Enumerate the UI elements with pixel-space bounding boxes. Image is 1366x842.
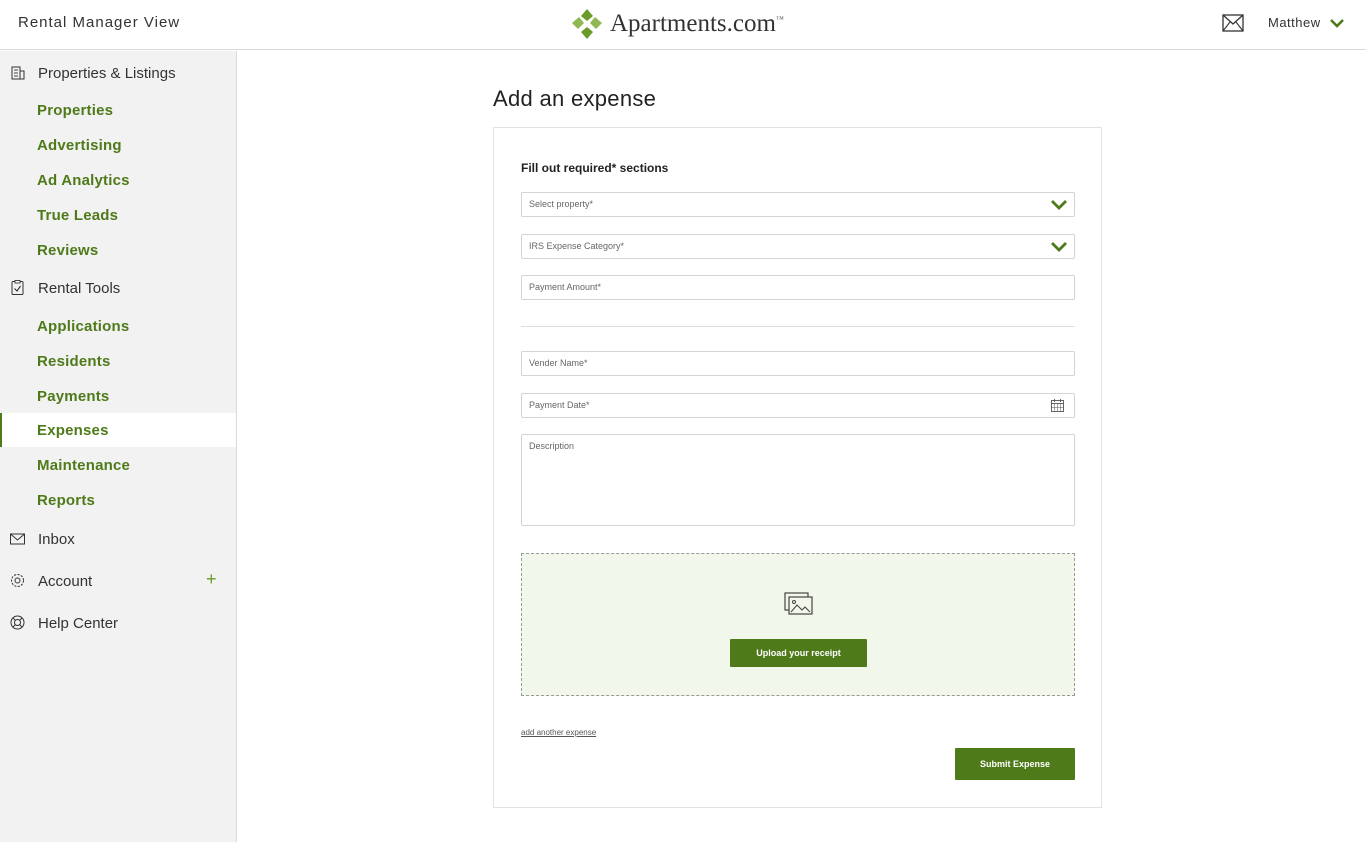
sidebar-item-ad-analytics[interactable]: Ad Analytics [0, 163, 236, 197]
rental-manager-view-title: Rental Manager View [18, 14, 181, 31]
sidebar-item-reports[interactable]: Reports [0, 483, 236, 517]
payment-date-placeholder: Payment Date* [529, 400, 590, 410]
sidebar-section-label: Properties & Listings [38, 65, 176, 82]
calendar-icon[interactable] [1051, 399, 1064, 412]
irs-expense-category-dropdown[interactable]: IRS Expense Category* [521, 234, 1075, 259]
form-divider [521, 326, 1075, 327]
submit-expense-button[interactable]: Submit Expense [955, 748, 1075, 780]
sidebar-item-expenses[interactable]: Expenses [0, 413, 236, 447]
building-icon [11, 66, 25, 80]
sidebar-item-reviews[interactable]: Reviews [0, 233, 236, 267]
sidebar: Properties & Listings Properties Adverti… [0, 51, 237, 842]
sidebar-item-true-leads[interactable]: True Leads [0, 198, 236, 232]
envelope-icon [10, 533, 25, 545]
sidebar-section-properties-listings[interactable]: Properties & Listings [0, 57, 237, 89]
gear-icon [11, 574, 24, 587]
vendor-name-input[interactable]: Vender Name* [521, 351, 1075, 376]
apartments-logo[interactable]: Apartments.com™ [570, 6, 784, 42]
payment-amount-placeholder: Payment Amount* [529, 282, 602, 292]
payment-date-input[interactable]: Payment Date* [521, 393, 1075, 418]
sidebar-section-label: Help Center [38, 615, 119, 632]
page-title: Add an expense [493, 86, 657, 111]
chevron-down-icon [1051, 200, 1067, 210]
image-upload-icon [784, 592, 813, 615]
sidebar-item-payments[interactable]: Payments [0, 379, 236, 413]
vendor-name-placeholder: Vender Name* [529, 358, 588, 368]
sidebar-item-residents[interactable]: Residents [0, 344, 236, 378]
chevron-down-icon [1051, 242, 1067, 252]
sidebar-item-advertising[interactable]: Advertising [0, 128, 236, 162]
sidebar-section-inbox[interactable]: Inbox [0, 523, 237, 555]
sidebar-section-label: Inbox [38, 531, 75, 548]
sidebar-section-rental-tools[interactable]: Rental Tools [0, 272, 237, 304]
sidebar-section-label: Rental Tools [38, 280, 121, 297]
logo-text: Apartments.com™ [610, 10, 784, 37]
apartments-leaf-logo-icon [572, 9, 602, 39]
description-textarea[interactable]: Description [521, 434, 1075, 526]
payment-amount-input[interactable]: Payment Amount* [521, 275, 1075, 300]
mail-icon[interactable] [1222, 14, 1244, 32]
top-header: Rental Manager View Apartments.com™ Matt… [0, 0, 1366, 50]
sidebar-section-help-center[interactable]: Help Center [0, 607, 237, 639]
sidebar-section-account[interactable]: Account + [0, 565, 237, 597]
expand-plus-icon[interactable]: + [206, 569, 217, 590]
clipboard-check-icon [11, 280, 24, 295]
form-heading: Fill out required* sections [521, 161, 669, 175]
user-name: Matthew [1268, 15, 1321, 30]
upload-receipt-button[interactable]: Upload your receipt [730, 639, 867, 667]
sidebar-section-label: Account [38, 573, 93, 590]
user-menu[interactable]: Matthew [1268, 15, 1345, 30]
sidebar-item-applications[interactable]: Applications [0, 309, 236, 343]
expense-form-card: Fill out required* sections Select prope… [493, 127, 1102, 808]
sidebar-item-maintenance[interactable]: Maintenance [0, 448, 236, 482]
description-placeholder: Description [529, 441, 575, 451]
receipt-upload-dropzone[interactable]: Upload your receipt [521, 553, 1075, 696]
select-property-dropdown[interactable]: Select property* [521, 192, 1075, 217]
select-property-placeholder: Select property* [529, 199, 594, 209]
sidebar-item-properties[interactable]: Properties [0, 93, 236, 127]
irs-expense-category-placeholder: IRS Expense Category* [529, 241, 625, 251]
lifebuoy-icon [10, 615, 25, 630]
chevron-down-icon [1329, 18, 1344, 28]
add-another-expense-link[interactable]: add another expense [521, 728, 596, 737]
